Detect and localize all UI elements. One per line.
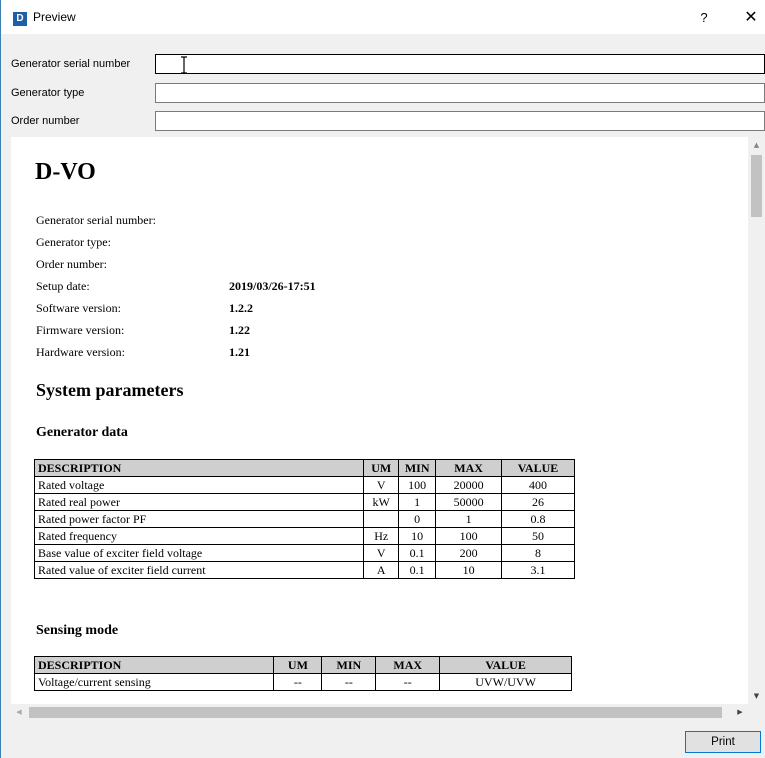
column-header: MAX <box>375 656 441 674</box>
table-cell: 8 <box>501 544 575 562</box>
table-cell: 50000 <box>435 493 503 511</box>
table-cell: Hz <box>363 527 400 545</box>
table-row: Base value of exciter field voltage V 0.… <box>33 544 575 562</box>
table-row: Rated voltage V 100 20000 400 <box>33 476 575 494</box>
vertical-scroll-thumb[interactable] <box>751 155 762 217</box>
table-cell: V <box>363 544 400 562</box>
report-title: D-VO <box>35 159 96 185</box>
info-label: Software version: <box>36 301 121 315</box>
table-row: Rated real power kW 1 50000 26 <box>33 493 575 511</box>
table-cell: 0.1 <box>398 561 437 579</box>
horizontal-scrollbar[interactable]: ◀ ▶ <box>11 704 748 721</box>
table-cell: Rated value of exciter field current <box>33 561 365 579</box>
scroll-down-arrow-icon[interactable]: ▼ <box>748 688 765 704</box>
title-bar: D Preview ? ✕ <box>1 0 765 34</box>
table-header-row: DESCRIPTION UM MIN MAX VALUE <box>33 459 575 477</box>
column-header: VALUE <box>439 656 572 674</box>
table-cell: 100 <box>435 527 503 545</box>
hardware-version-value: 1.21 <box>229 345 250 359</box>
scroll-left-arrow-icon[interactable]: ◀ <box>11 704 27 721</box>
table-cell: 0.1 <box>398 544 437 562</box>
column-header: UM <box>363 459 400 477</box>
order-number-input[interactable] <box>155 111 765 131</box>
table-cell: 10 <box>435 561 503 579</box>
table-cell: 1 <box>435 510 503 528</box>
column-header: VALUE <box>501 459 575 477</box>
table-row: Rated power factor PF 0 1 0.8 <box>33 510 575 528</box>
table-header-row: DESCRIPTION UM MIN MAX VALUE <box>33 656 572 674</box>
table-cell: Base value of exciter field voltage <box>33 544 365 562</box>
scroll-up-arrow-icon[interactable]: ▲ <box>748 137 765 153</box>
generator-data-table: DESCRIPTION UM MIN MAX VALUE Rated volta… <box>33 459 575 579</box>
setup-date-value: 2019/03/26-17:51 <box>229 279 316 293</box>
text-cursor-icon <box>181 56 187 74</box>
generator-type-label: Generator type <box>11 87 85 99</box>
sensing-mode-title: Sensing mode <box>36 623 119 638</box>
info-label: Order number: <box>36 257 107 271</box>
table-cell: 0.8 <box>501 510 575 528</box>
table-cell: 1 <box>398 493 437 511</box>
info-label: Generator serial number: <box>36 213 156 227</box>
generator-serial-number-input[interactable] <box>155 54 765 74</box>
table-cell: Rated power factor PF <box>33 510 365 528</box>
table-cell: Rated real power <box>33 493 365 511</box>
preview-dialog: D Preview ? ✕ Generator serial number Ge… <box>0 0 765 758</box>
table-cell: 0 <box>398 510 437 528</box>
info-label: Hardware version: <box>36 345 125 359</box>
horizontal-scroll-thumb[interactable] <box>29 707 722 718</box>
software-version-value: 1.2.2 <box>229 301 253 315</box>
column-header: DESCRIPTION <box>33 459 365 477</box>
table-cell: Rated frequency <box>33 527 365 545</box>
table-cell: V <box>363 476 400 494</box>
column-header: MIN <box>398 459 437 477</box>
generator-type-input[interactable] <box>155 83 765 103</box>
column-header: MIN <box>321 656 377 674</box>
order-number-label: Order number <box>11 115 80 127</box>
table-cell: 400 <box>501 476 575 494</box>
table-cell: 50 <box>501 527 575 545</box>
info-label: Firmware version: <box>36 323 125 337</box>
table-cell: -- <box>375 673 441 691</box>
table-row: Voltage/current sensing -- -- -- UVW/UVW <box>33 673 572 691</box>
window-title: Preview <box>33 10 76 24</box>
vertical-scrollbar[interactable]: ▲ ▼ <box>748 137 765 704</box>
info-label: Generator type: <box>36 235 111 249</box>
table-cell: 20000 <box>435 476 503 494</box>
sensing-mode-table: DESCRIPTION UM MIN MAX VALUE Voltage/cur… <box>33 656 572 691</box>
table-row: Rated frequency Hz 10 100 50 <box>33 527 575 545</box>
table-row: Rated value of exciter field current A 0… <box>33 561 575 579</box>
column-header: DESCRIPTION <box>33 656 275 674</box>
generator-serial-number-label: Generator serial number <box>11 58 131 70</box>
help-button[interactable]: ? <box>694 8 714 28</box>
table-cell: 100 <box>398 476 437 494</box>
column-header: UM <box>273 656 323 674</box>
generator-data-title: Generator data <box>36 425 128 440</box>
table-cell: 26 <box>501 493 575 511</box>
table-cell: kW <box>363 493 400 511</box>
app-logo-icon: D <box>13 12 27 26</box>
column-header: MAX <box>435 459 503 477</box>
info-label: Setup date: <box>36 279 90 293</box>
table-cell: 3.1 <box>501 561 575 579</box>
table-cell: Voltage/current sensing <box>33 673 275 691</box>
close-button[interactable]: ✕ <box>741 8 761 28</box>
table-cell: -- <box>273 673 323 691</box>
table-cell: UVW/UVW <box>439 673 572 691</box>
table-cell: Rated voltage <box>33 476 365 494</box>
print-button[interactable]: Print <box>685 731 761 753</box>
table-cell: A <box>363 561 400 579</box>
table-cell <box>363 510 400 528</box>
table-cell: -- <box>321 673 377 691</box>
firmware-version-value: 1.22 <box>229 323 250 337</box>
report-preview[interactable]: D-VO Generator serial number: Generator … <box>11 137 748 704</box>
section-title: System parameters <box>36 380 184 400</box>
table-cell: 10 <box>398 527 437 545</box>
scroll-right-arrow-icon[interactable]: ▶ <box>732 704 748 721</box>
table-cell: 200 <box>435 544 503 562</box>
